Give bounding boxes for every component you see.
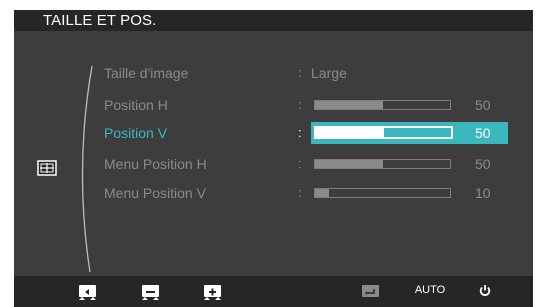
menu-item-colon: : bbox=[298, 156, 302, 171]
menu-item-value: 50 bbox=[475, 125, 491, 141]
menu-item-value: Large bbox=[311, 65, 347, 81]
osd-menu: TAILLE ET POS. Taille d'image : Large Po… bbox=[14, 10, 533, 307]
menu-item-colon: : bbox=[298, 125, 302, 140]
menu-item-colon: : bbox=[298, 97, 302, 112]
menu-item-colon: : bbox=[298, 65, 302, 80]
enter-icon bbox=[361, 284, 379, 297]
menu-item-label: Taille d'image bbox=[104, 65, 189, 81]
menu-item-position-h[interactable]: Position H : 50 bbox=[14, 94, 533, 116]
menu-item-menu-position-h[interactable]: Menu Position H : 50 bbox=[14, 153, 533, 175]
menu-item-value: 10 bbox=[475, 185, 491, 201]
menu-item-position-v[interactable]: Position V : 50 bbox=[14, 122, 533, 144]
button-guide-bar: AUTO bbox=[14, 276, 533, 307]
menu-item-taille-image[interactable]: Taille d'image : Large bbox=[14, 62, 533, 84]
plus-icon bbox=[203, 284, 221, 300]
slider-fill bbox=[315, 101, 383, 109]
position-v-slider[interactable] bbox=[314, 126, 453, 139]
menu-item-label: Menu Position H bbox=[104, 156, 207, 172]
slider-fill bbox=[315, 189, 329, 197]
menu-item-value: 50 bbox=[475, 97, 491, 113]
left-arrow-icon bbox=[78, 284, 96, 300]
menu-item-label: Position H bbox=[104, 97, 168, 113]
slider-fill bbox=[316, 128, 384, 137]
plus-button[interactable] bbox=[202, 284, 222, 300]
menu-item-menu-position-v[interactable]: Menu Position V : 10 bbox=[14, 182, 533, 204]
position-h-slider[interactable] bbox=[314, 100, 451, 110]
power-button[interactable] bbox=[477, 284, 493, 297]
power-icon bbox=[479, 285, 491, 296]
auto-button[interactable]: AUTO bbox=[412, 284, 448, 297]
left-button[interactable] bbox=[77, 284, 97, 300]
menu-position-v-slider[interactable] bbox=[314, 188, 451, 198]
menu-item-value: 50 bbox=[475, 156, 491, 172]
menu-item-label: Menu Position V bbox=[104, 185, 206, 201]
slider-fill bbox=[315, 160, 383, 168]
minus-icon bbox=[141, 284, 159, 300]
menu-item-colon: : bbox=[298, 185, 302, 200]
menu-item-label: Position V bbox=[104, 125, 168, 141]
menu-position-h-slider[interactable] bbox=[314, 159, 451, 169]
minus-button[interactable] bbox=[140, 284, 160, 300]
title-bar: TAILLE ET POS. bbox=[14, 10, 533, 31]
menu-title: TAILLE ET POS. bbox=[43, 12, 157, 29]
auto-label: AUTO bbox=[414, 284, 446, 296]
enter-button[interactable] bbox=[360, 284, 380, 297]
